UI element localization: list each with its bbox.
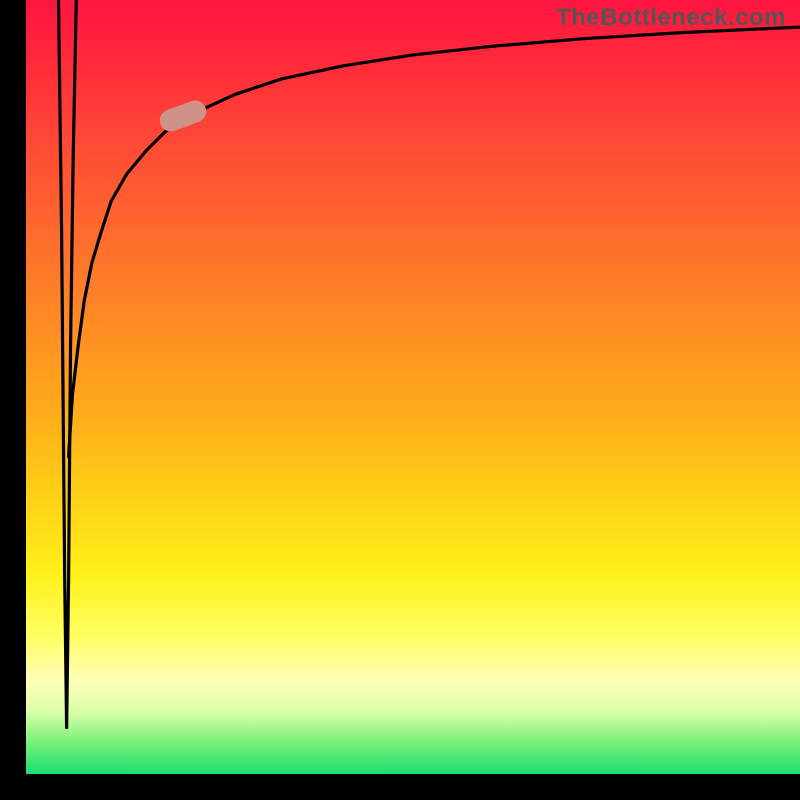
axis-bottom (0, 774, 800, 800)
axis-left (0, 0, 26, 800)
down-spike-path (59, 0, 77, 728)
chart-stage: TheBottleneck.com (0, 0, 800, 800)
log-curve-path (69, 27, 800, 457)
curve-layer (26, 0, 800, 774)
